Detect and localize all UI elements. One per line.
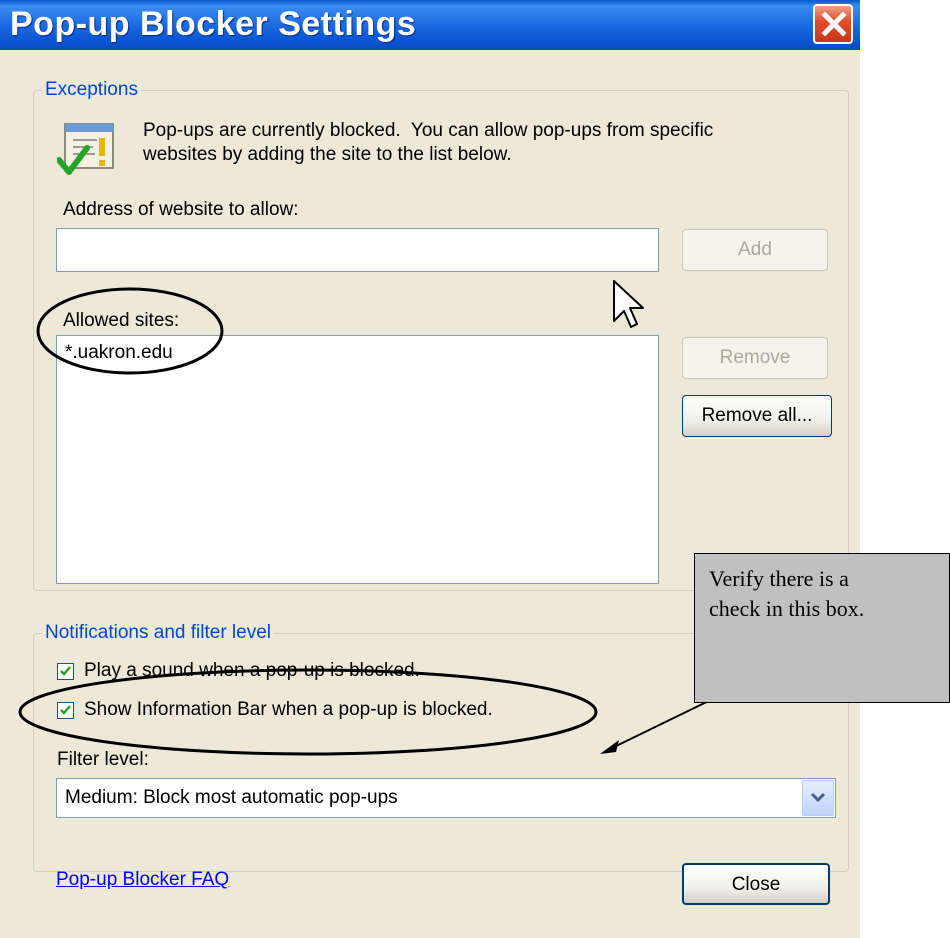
annotation-callout: Verify there is a check in this box. — [694, 553, 950, 703]
infobar-highlight-ellipse — [18, 668, 598, 756]
mouse-cursor-icon — [613, 280, 644, 328]
callout-arrow-head — [600, 740, 619, 754]
callout-line1: Verify there is a — [709, 566, 849, 591]
allowed-sites-highlight-ellipse — [36, 287, 224, 375]
callout-line2: check in this box. — [709, 596, 865, 621]
annotation-overlay — [18, 280, 761, 756]
